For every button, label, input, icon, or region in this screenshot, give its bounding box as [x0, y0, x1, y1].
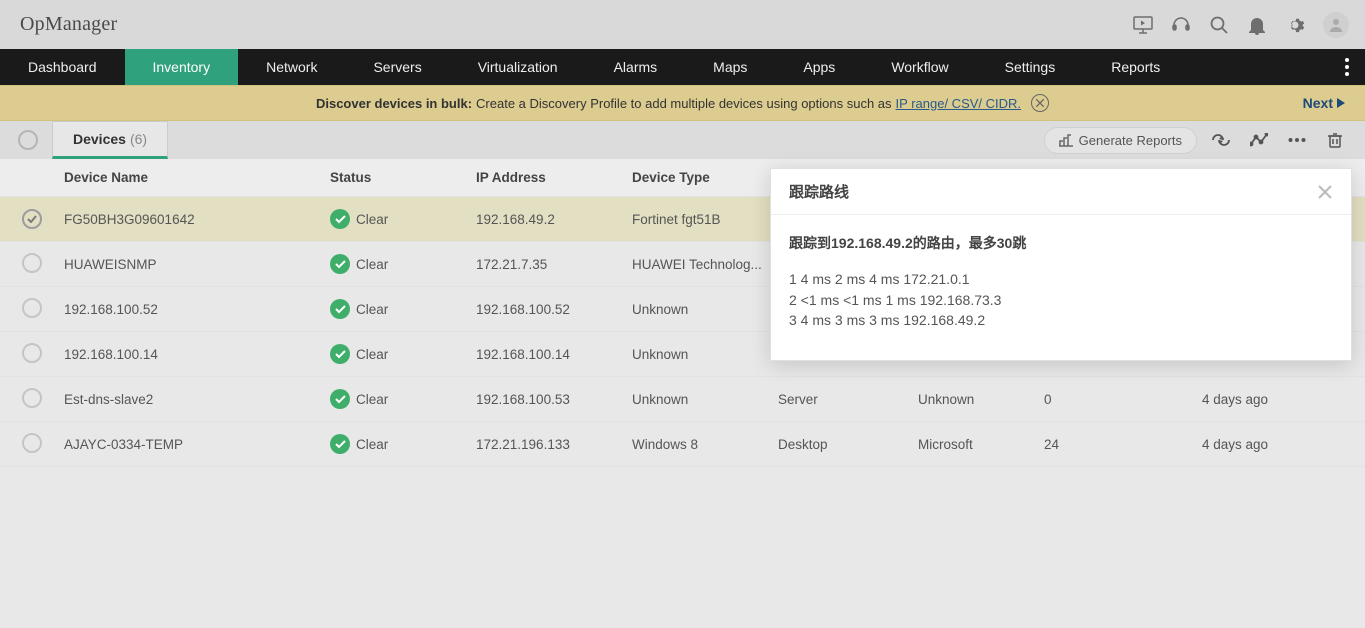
traceroute-popup: 跟踪路线 跟踪到192.168.49.2的路由，最多30跳 1 4 ms 2 m…: [770, 168, 1352, 361]
table-row[interactable]: Est-dns-slave2Clear192.168.100.53Unknown…: [0, 377, 1365, 422]
bell-icon[interactable]: [1247, 15, 1267, 35]
col-type[interactable]: Device Type: [628, 170, 774, 185]
generate-reports-button[interactable]: Generate Reports: [1044, 127, 1197, 154]
trace-line: 2 <1 ms <1 ms 1 ms 192.168.73.3: [789, 290, 1333, 310]
brand-title: OpManager: [20, 13, 117, 36]
col-name[interactable]: Device Name: [58, 170, 326, 185]
presentation-icon[interactable]: [1133, 15, 1153, 35]
cell-name: 192.168.100.52: [58, 302, 326, 317]
navbar: DashboardInventoryNetworkServersVirtuali…: [0, 49, 1365, 85]
cell-created: 4 days ago: [1198, 437, 1349, 452]
search-icon[interactable]: [1209, 15, 1229, 35]
status-clear-icon: [330, 434, 350, 454]
gear-icon[interactable]: [1285, 15, 1305, 35]
cell-category: Desktop: [774, 437, 914, 452]
dismiss-banner-button[interactable]: [1031, 94, 1049, 112]
cell-type: Unknown: [628, 347, 774, 362]
cell-interfaces: 24: [1040, 437, 1198, 452]
row-checkbox[interactable]: [22, 253, 42, 273]
nav-virtualization[interactable]: Virtualization: [450, 49, 586, 85]
cell-category: Server: [774, 392, 914, 407]
inventory-toolbar: Devices (6) Generate Reports: [0, 121, 1365, 159]
status-clear-icon: [330, 254, 350, 274]
nav-maps[interactable]: Maps: [685, 49, 775, 85]
cell-type: Unknown: [628, 392, 774, 407]
cell-status: Clear: [326, 299, 472, 319]
nav-inventory[interactable]: Inventory: [125, 49, 239, 85]
nav-workflow[interactable]: Workflow: [863, 49, 976, 85]
nav-overflow-icon[interactable]: [1339, 49, 1355, 85]
more-icon[interactable]: [1283, 127, 1311, 153]
status-clear-icon: [330, 299, 350, 319]
cell-interfaces: 0: [1040, 392, 1198, 407]
cell-ip: 192.168.100.53: [472, 392, 628, 407]
discovery-banner: Discover devices in bulk: Create a Disco…: [0, 85, 1365, 121]
nav-alarms[interactable]: Alarms: [586, 49, 686, 85]
col-status[interactable]: Status: [326, 170, 472, 185]
topbar: OpManager: [0, 0, 1365, 49]
status-clear-icon: [330, 209, 350, 229]
cell-vendor: Microsoft: [914, 437, 1040, 452]
headset-icon[interactable]: [1171, 15, 1191, 35]
banner-next-button[interactable]: Next: [1303, 95, 1345, 111]
nav-reports[interactable]: Reports: [1083, 49, 1188, 85]
popup-title: 跟踪路线: [789, 181, 849, 202]
cell-ip: 172.21.7.35: [472, 257, 628, 272]
cell-status: Clear: [326, 344, 472, 364]
row-checkbox[interactable]: [22, 388, 42, 408]
cell-type: Unknown: [628, 302, 774, 317]
cell-name: 192.168.100.14: [58, 347, 326, 362]
cell-status: Clear: [326, 254, 472, 274]
banner-link[interactable]: IP range/ CSV/ CIDR.: [896, 96, 1021, 111]
cell-status: Clear: [326, 389, 472, 409]
cell-ip: 192.168.49.2: [472, 212, 628, 227]
nav-apps[interactable]: Apps: [775, 49, 863, 85]
avatar[interactable]: [1323, 12, 1349, 38]
cell-status: Clear: [326, 209, 472, 229]
popup-body: 跟踪到192.168.49.2的路由，最多30跳 1 4 ms 2 ms 4 m…: [771, 215, 1351, 360]
cell-type: HUAWEI Technolog...: [628, 257, 774, 272]
cell-ip: 192.168.100.14: [472, 347, 628, 362]
table-row[interactable]: AJAYC-0334-TEMPClear172.21.196.133Window…: [0, 422, 1365, 467]
banner-bold: Discover devices in bulk:: [316, 96, 472, 111]
status-clear-icon: [330, 389, 350, 409]
banner-text: Create a Discovery Profile to add multip…: [476, 96, 892, 111]
trace-line: 1 4 ms 2 ms 4 ms 172.21.0.1: [789, 269, 1333, 289]
cell-created: 4 days ago: [1198, 392, 1349, 407]
cell-vendor: Unknown: [914, 392, 1040, 407]
cell-type: Fortinet fgt51B: [628, 212, 774, 227]
topbar-actions: [1133, 12, 1349, 38]
nav-settings[interactable]: Settings: [977, 49, 1084, 85]
popup-lead: 跟踪到192.168.49.2的路由，最多30跳: [789, 233, 1333, 253]
select-all-checkbox[interactable]: [18, 130, 38, 150]
row-checkbox[interactable]: [22, 343, 42, 363]
row-checkbox[interactable]: [22, 433, 42, 453]
nav-network[interactable]: Network: [238, 49, 345, 85]
col-ip[interactable]: IP Address: [472, 170, 628, 185]
cell-name: FG50BH3G09601642: [58, 212, 326, 227]
generate-reports-label: Generate Reports: [1079, 133, 1182, 148]
status-clear-icon: [330, 344, 350, 364]
banner-next-label: Next: [1303, 95, 1333, 111]
cell-type: Windows 8: [628, 437, 774, 452]
row-checkbox[interactable]: [22, 298, 42, 318]
trace-line: 3 4 ms 3 ms 3 ms 192.168.49.2: [789, 310, 1333, 330]
nav-servers[interactable]: Servers: [345, 49, 449, 85]
tab-count: (6): [130, 131, 147, 147]
row-checkbox[interactable]: [22, 209, 42, 229]
cell-ip: 172.21.196.133: [472, 437, 628, 452]
refresh-icon[interactable]: [1207, 127, 1235, 153]
cell-name: Est-dns-slave2: [58, 392, 326, 407]
delete-icon[interactable]: [1321, 127, 1349, 153]
cell-ip: 192.168.100.52: [472, 302, 628, 317]
tab-devices[interactable]: Devices (6): [52, 121, 168, 159]
cell-name: HUAWEISNMP: [58, 257, 326, 272]
analytics-icon[interactable]: [1245, 127, 1273, 153]
tab-label: Devices: [73, 131, 126, 147]
cell-name: AJAYC-0334-TEMP: [58, 437, 326, 452]
nav-dashboard[interactable]: Dashboard: [0, 49, 125, 85]
close-icon[interactable]: [1317, 184, 1333, 200]
cell-status: Clear: [326, 434, 472, 454]
